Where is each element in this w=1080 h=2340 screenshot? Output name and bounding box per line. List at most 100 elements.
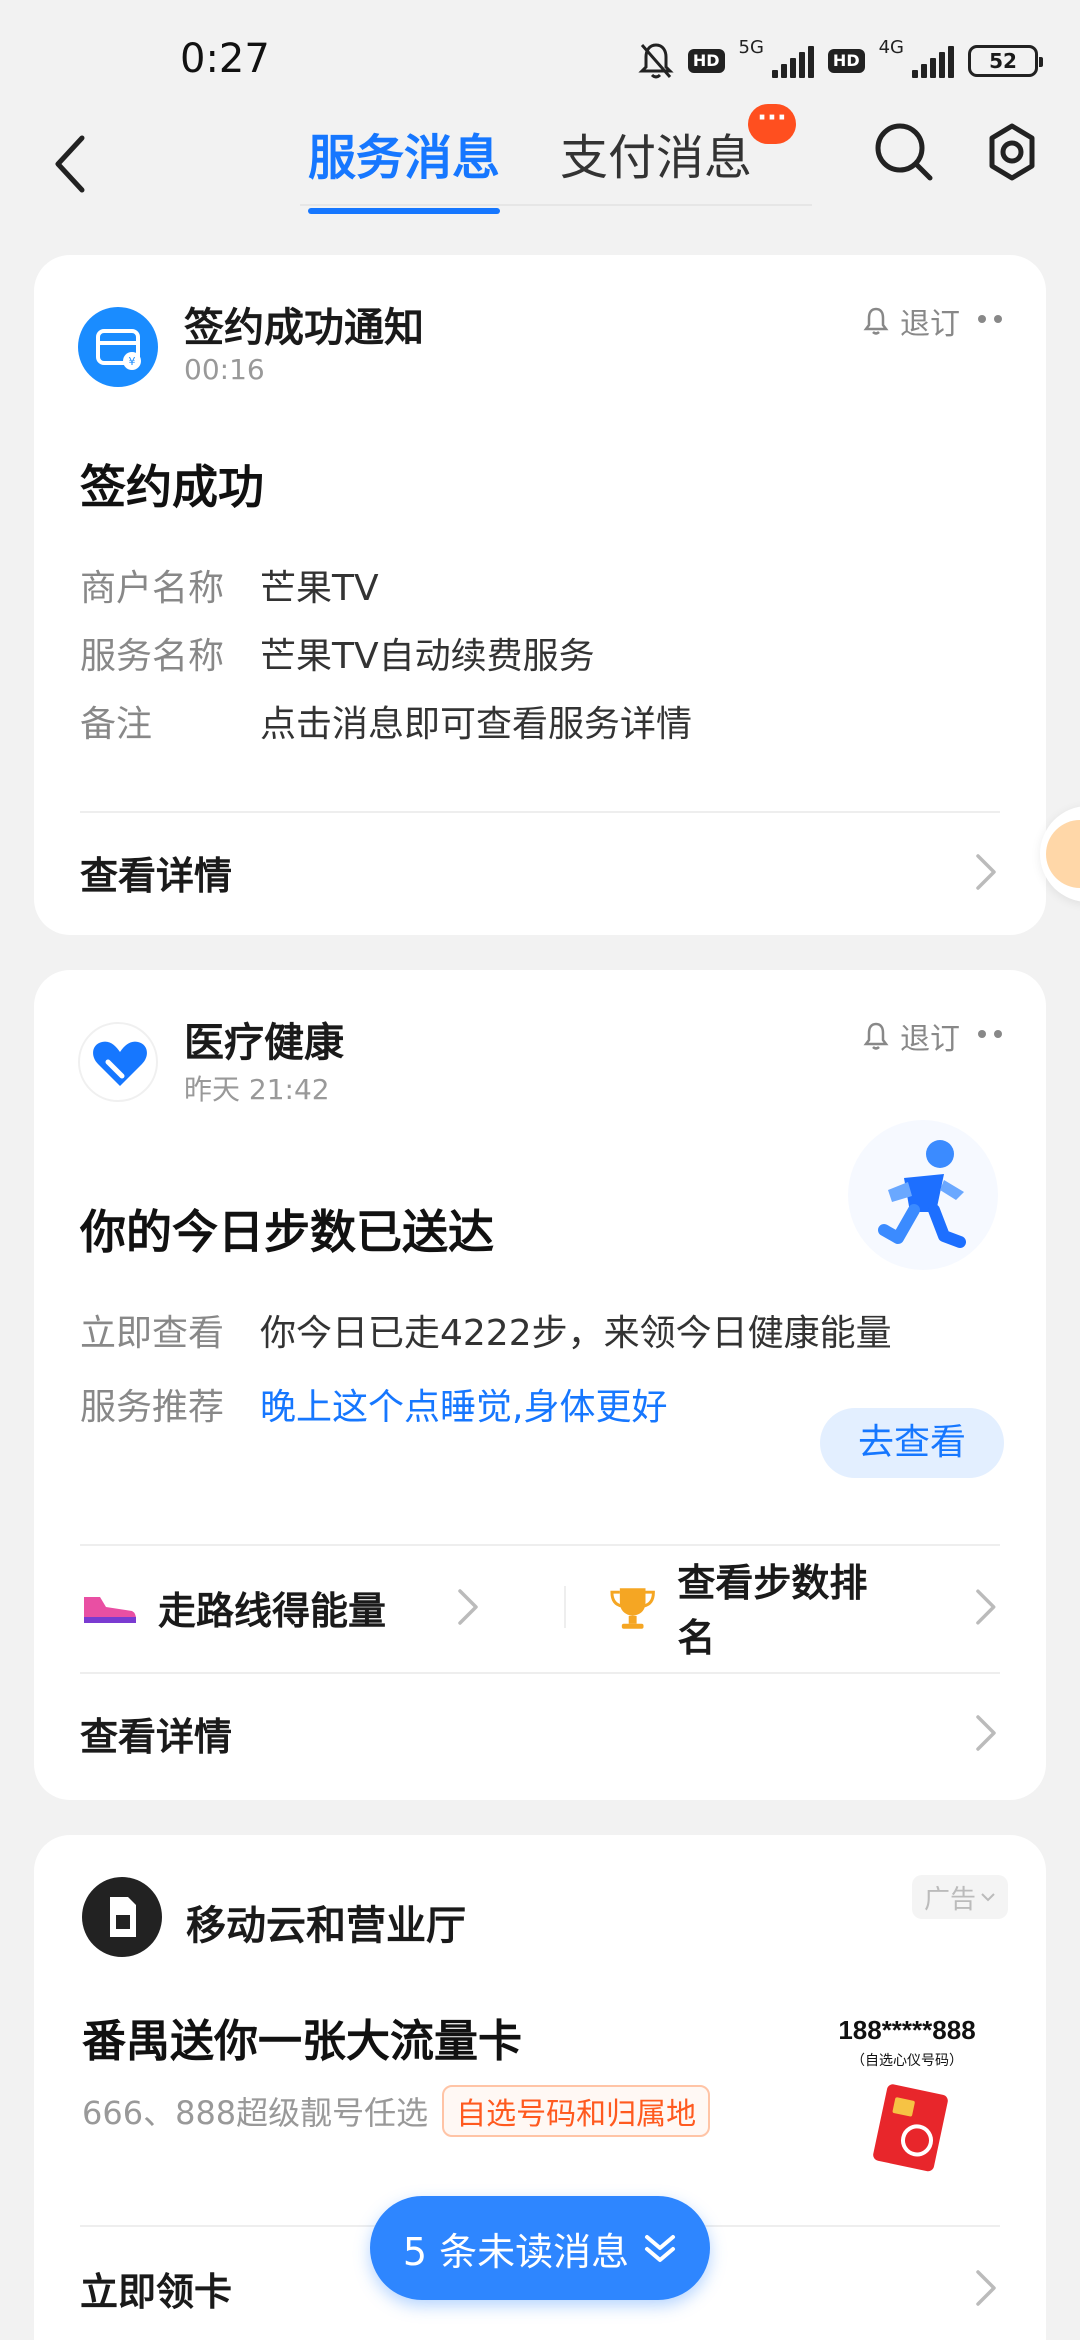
back-arrow-icon (55, 135, 85, 193)
chevron-right-icon (458, 1589, 478, 1625)
tab-pay-label: 支付消息 (560, 130, 753, 186)
sneaker-icon (84, 1597, 136, 1623)
ad-label-text: 广告 (923, 1884, 976, 1915)
info-row: 备注 点击消息即可查看服务详情 (80, 695, 692, 747)
chevron-right-icon (976, 2270, 996, 2306)
chevron-down-icon (981, 1893, 995, 1902)
ad-tag-orange: 自选号码和归属地 (442, 2085, 711, 2137)
chevron-right-icon (976, 1589, 996, 1625)
settings-button[interactable] (980, 120, 1044, 184)
signal-icon (771, 44, 814, 78)
info-key: 备注 (80, 704, 153, 745)
info-value: 芒果TV自动续费服务 (260, 636, 595, 677)
trophy-icon (610, 1588, 655, 1629)
hd-badge: HD (687, 49, 725, 73)
bell-icon (863, 1022, 889, 1050)
floating-assistant-button[interactable] (1040, 806, 1080, 902)
bell-icon (863, 307, 889, 335)
tab-payment-messages[interactable]: 支付消息 (560, 118, 752, 208)
unsubscribe-label: 退订 (900, 1022, 960, 1057)
back-button[interactable] (40, 124, 100, 204)
chevron-right-icon (976, 1715, 996, 1751)
tab-service-label: 服务消息 (308, 130, 501, 186)
go-view-button[interactable]: 去查看 (820, 1408, 1004, 1478)
mobile-avatar (82, 1877, 162, 1957)
info-row: 商户名称 芒果TV (80, 559, 379, 611)
search-icon (875, 123, 933, 181)
walk-route-action[interactable]: 走路线得能量 (80, 1562, 482, 1652)
step-ranking-label: 查看步数排名 (677, 1561, 868, 1660)
message-card-contract[interactable]: ¥ 签约成功通知 00:16 退订 签约成功 商户名称 芒果TV 服务名称 芒果… (34, 255, 1046, 935)
ad-subtitle-row: 666、888超级靓号任选 自选号码和归属地 (82, 2085, 711, 2137)
running-person-illustration (848, 1120, 998, 1270)
message-time: 昨天 21:42 (184, 1073, 330, 1106)
source-name: 移动云和营业厅 (186, 1903, 466, 1949)
more-options-icon[interactable] (978, 315, 1002, 323)
tab-divider (300, 204, 812, 206)
view-details-label: 查看详情 (80, 1714, 233, 1759)
info-key: 立即查看 (80, 1313, 225, 1354)
health-avatar (78, 1022, 158, 1102)
mute-bell-icon (638, 43, 674, 79)
divider (80, 1544, 1000, 1546)
gear-icon (989, 123, 1035, 181)
promo-number: 188*****888 (838, 2015, 976, 2045)
sim-card-icon (110, 1897, 136, 1937)
status-bar: 0:27 HD 5G HD 4G 52 (0, 0, 1080, 120)
assistant-icon (1046, 820, 1080, 888)
view-details-label: 查看详情 (80, 853, 233, 898)
view-details-row[interactable]: 查看详情 (80, 827, 1000, 917)
recommendation-link[interactable]: 晚上这个点睡觉,身体更好 (260, 1378, 667, 1430)
unread-badge: ··· (748, 104, 796, 144)
svg-text:¥: ¥ (129, 355, 136, 368)
source-name: 签约成功通知 (184, 305, 424, 351)
message-title: 签约成功 (80, 460, 264, 514)
double-chevron-down-icon (645, 2235, 676, 2262)
active-tab-indicator (308, 208, 501, 214)
info-key: 服务推荐 (80, 1387, 225, 1428)
heart-icon (93, 1041, 147, 1086)
info-row: 服务推荐 晚上这个点睡觉,身体更好 (80, 1378, 667, 1430)
unread-messages-label: 5 条未读消息 (402, 2229, 630, 2274)
walk-route-label: 走路线得能量 (158, 1588, 387, 1633)
store-icon: ¥ (96, 329, 141, 370)
chevron-right-icon (976, 854, 996, 890)
hd-badge-2: HD (827, 49, 865, 73)
info-value: 你今日已走4222步，来领今日健康能量 (260, 1313, 892, 1354)
search-button[interactable] (872, 120, 936, 184)
contract-avatar: ¥ (78, 307, 158, 387)
info-row: 立即查看 你今日已走4222步，来领今日健康能量 (80, 1304, 892, 1356)
message-card-health[interactable]: 医疗健康 昨天 21:42 退订 你的今日步数已送达 立即查看 你今日已走422… (34, 970, 1046, 1800)
divider (80, 1672, 1000, 1674)
status-icons: HD 5G HD 4G 52 (638, 36, 1043, 86)
ad-title: 番禺送你一张大流量卡 (82, 2016, 522, 2067)
ad-label[interactable]: 广告 (912, 1875, 1008, 1919)
status-time: 0:27 (180, 36, 270, 82)
info-value: 点击消息即可查看服务详情 (260, 704, 693, 745)
ad-subtitle: 666、888超级靓号任选 (82, 2094, 429, 2132)
action-pair: 走路线得能量 查看步数排名 (80, 1561, 1000, 1660)
sim-card-promo-icon (873, 2084, 948, 2172)
battery-icon: 52 (968, 45, 1043, 77)
claim-card-label: 立即领卡 (80, 2269, 233, 2314)
unsubscribe-label: 退订 (900, 307, 960, 342)
unsubscribe-button[interactable]: 退订 (862, 299, 960, 343)
promo-subtitle: （自选心仪号码） (851, 2053, 963, 2069)
tab-service-messages[interactable]: 服务消息 (308, 118, 501, 214)
source-name: 医疗健康 (184, 1020, 344, 1066)
info-row: 服务名称 芒果TV自动续费服务 (80, 627, 595, 679)
unread-messages-button[interactable]: 5 条未读消息 (370, 2196, 710, 2300)
network-4g-label: 4G (878, 36, 904, 58)
runner-icon (878, 1140, 966, 1248)
promo-graphic: 188*****888 （自选心仪号码） (822, 2015, 992, 2180)
more-options-icon[interactable] (978, 1030, 1002, 1038)
unsubscribe-button[interactable]: 退订 (862, 1014, 960, 1058)
action-separator (564, 1586, 566, 1628)
info-value: 芒果TV (260, 568, 379, 609)
message-time: 00:16 (184, 353, 265, 386)
info-key: 商户名称 (80, 568, 225, 609)
view-details-row[interactable]: 查看详情 (80, 1688, 1000, 1778)
step-ranking-action[interactable]: 查看步数排名 (608, 1561, 1000, 1660)
network-5g-label: 5G (738, 36, 764, 58)
signal-icon-2 (912, 44, 954, 78)
